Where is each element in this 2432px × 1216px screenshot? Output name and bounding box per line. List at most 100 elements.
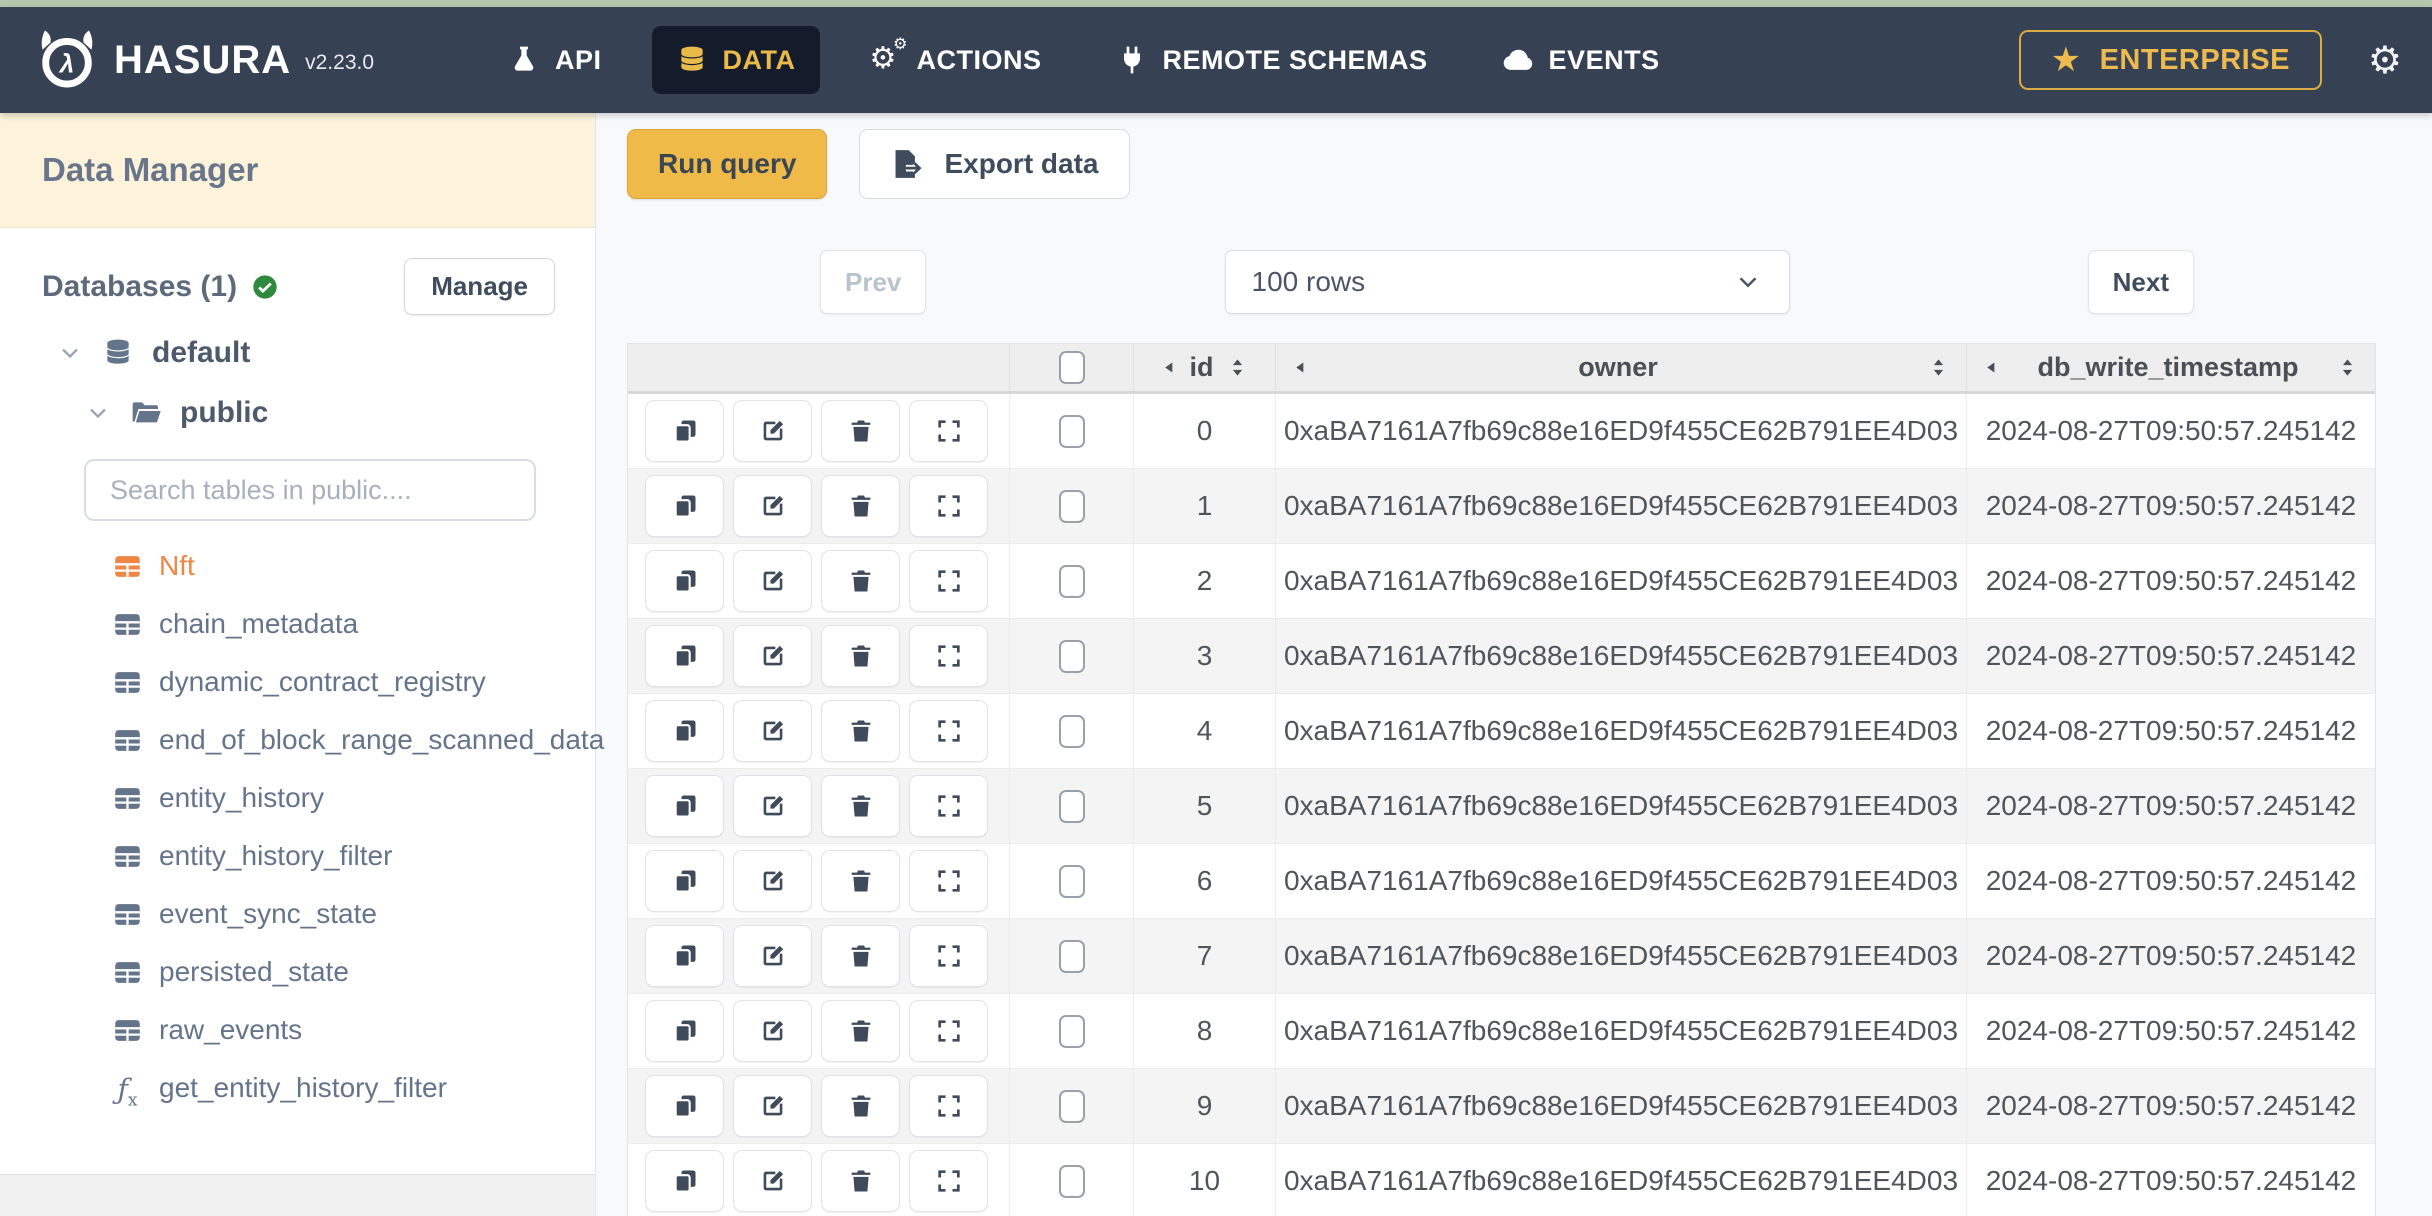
nav-item-data[interactable]: DATA <box>651 26 820 94</box>
prev-page-button[interactable]: Prev <box>820 250 927 314</box>
nav-item-remote-schemas[interactable]: REMOTE SCHEMAS <box>1092 26 1452 94</box>
chevron-down-icon[interactable] <box>84 399 112 427</box>
delete-row-button[interactable] <box>821 700 900 762</box>
row-checkbox[interactable] <box>1058 1164 1085 1198</box>
expand-row-button[interactable] <box>909 625 988 687</box>
row-checkbox[interactable] <box>1058 864 1085 898</box>
expand-row-button[interactable] <box>909 925 988 987</box>
clone-row-button[interactable] <box>645 550 724 612</box>
row-checkbox[interactable] <box>1058 414 1085 448</box>
column-left-icon[interactable] <box>1292 359 1309 376</box>
edit-row-button[interactable] <box>733 700 812 762</box>
tree-node-database[interactable]: default <box>56 323 595 383</box>
manage-button[interactable]: Manage <box>404 258 555 315</box>
sort-icon[interactable] <box>1927 356 1950 379</box>
expand-row-button[interactable] <box>909 850 988 912</box>
chevron-down-icon[interactable] <box>56 339 84 367</box>
column-left-icon[interactable] <box>1161 359 1178 376</box>
clone-row-button[interactable] <box>645 1150 724 1212</box>
sidebar-table-raw-events[interactable]: raw_events <box>112 1001 595 1059</box>
column-header-db-write-timestamp[interactable]: db_write_timestamp <box>1967 344 2375 391</box>
sidebar-table-persisted-state[interactable]: persisted_state <box>112 943 595 1001</box>
column-header-label: db_write_timestamp <box>2037 352 2299 382</box>
delete-row-button[interactable] <box>821 1000 900 1062</box>
expand-row-button[interactable] <box>909 1000 988 1062</box>
row-actions-cell <box>628 1069 1010 1143</box>
clone-row-button[interactable] <box>645 700 724 762</box>
clone-row-button[interactable] <box>645 400 724 462</box>
sidebar-table-end-of-block-range-scanned-data[interactable]: end_of_block_range_scanned_data <box>112 711 604 769</box>
sidebar-scrollbar[interactable] <box>0 1174 595 1216</box>
row-checkbox[interactable] <box>1058 1014 1085 1048</box>
edit-row-button[interactable] <box>733 925 812 987</box>
clone-row-button[interactable] <box>645 925 724 987</box>
edit-row-button[interactable] <box>733 400 812 462</box>
delete-row-button[interactable] <box>821 1150 900 1212</box>
sidebar-table-chain-metadata[interactable]: chain_metadata <box>112 595 595 653</box>
run-query-button[interactable]: Run query <box>627 129 828 199</box>
column-left-icon[interactable] <box>1983 359 2000 376</box>
gear-icon[interactable]: ⚙ <box>2368 41 2402 79</box>
expand-row-button[interactable] <box>909 700 988 762</box>
row-checkbox[interactable] <box>1058 1089 1085 1123</box>
sidebar-function-get-entity-history-filter[interactable]: ƒx get_entity_history_filter <box>112 1059 595 1117</box>
edit-row-button[interactable] <box>733 1150 812 1212</box>
nav-item-events[interactable]: EVENTS <box>1478 26 1684 94</box>
trash-icon <box>847 642 875 670</box>
edit-row-button[interactable] <box>733 850 812 912</box>
delete-row-button[interactable] <box>821 475 900 537</box>
sidebar-table-event-sync-state[interactable]: event_sync_state <box>112 885 595 943</box>
delete-row-button[interactable] <box>821 400 900 462</box>
edit-row-button[interactable] <box>733 550 812 612</box>
row-checkbox[interactable] <box>1058 564 1085 598</box>
tree-node-schema[interactable]: public <box>84 383 595 443</box>
sidebar-table-entity-history[interactable]: entity_history <box>112 769 595 827</box>
row-owner-cell: 0xaBA7161A7fb69c88e16ED9f455CE62B791EE4D… <box>1276 469 1967 543</box>
expand-row-button[interactable] <box>909 1150 988 1212</box>
expand-row-button[interactable] <box>909 400 988 462</box>
row-checkbox[interactable] <box>1058 714 1085 748</box>
edit-row-button[interactable] <box>733 1000 812 1062</box>
row-checkbox[interactable] <box>1058 939 1085 973</box>
delete-row-button[interactable] <box>821 625 900 687</box>
row-checkbox[interactable] <box>1058 789 1085 823</box>
delete-row-button[interactable] <box>821 925 900 987</box>
delete-row-button[interactable] <box>821 775 900 837</box>
nav-item-actions[interactable]: ⚙ ⚙ ACTIONS <box>846 26 1066 94</box>
clone-row-button[interactable] <box>645 850 724 912</box>
edit-row-button[interactable] <box>733 775 812 837</box>
delete-row-button[interactable] <box>821 1075 900 1137</box>
clone-row-button[interactable] <box>645 475 724 537</box>
sidebar-table-dynamic-contract-registry[interactable]: dynamic_contract_registry <box>112 653 595 711</box>
expand-row-button[interactable] <box>909 775 988 837</box>
row-checkbox[interactable] <box>1058 489 1085 523</box>
edit-row-button[interactable] <box>733 1075 812 1137</box>
expand-row-button[interactable] <box>909 1075 988 1137</box>
delete-row-button[interactable] <box>821 550 900 612</box>
search-tables-input[interactable] <box>84 459 536 521</box>
next-page-button[interactable]: Next <box>2087 250 2194 314</box>
enterprise-button[interactable]: ★ ENTERPRISE <box>2018 30 2322 90</box>
clone-row-button[interactable] <box>645 625 724 687</box>
nav-item-api[interactable]: API <box>484 26 626 94</box>
expand-row-button[interactable] <box>909 475 988 537</box>
clone-row-button[interactable] <box>645 1075 724 1137</box>
clone-row-button[interactable] <box>645 1000 724 1062</box>
delete-row-button[interactable] <box>821 850 900 912</box>
page-size-select[interactable]: 100 rows <box>1224 250 1790 314</box>
clone-row-button[interactable] <box>645 775 724 837</box>
row-checkbox[interactable] <box>1058 639 1085 673</box>
expand-icon <box>935 1167 963 1195</box>
sort-icon[interactable] <box>2336 356 2359 379</box>
select-all-checkbox[interactable] <box>1058 351 1085 384</box>
edit-row-button[interactable] <box>733 625 812 687</box>
column-header-owner[interactable]: owner <box>1276 344 1967 391</box>
sort-icon[interactable] <box>1226 356 1249 379</box>
column-header-id[interactable]: id <box>1134 344 1276 391</box>
export-data-button[interactable]: Export data <box>859 129 1130 199</box>
sidebar-table-entity-history-filter[interactable]: entity_history_filter <box>112 827 595 885</box>
expand-row-button[interactable] <box>909 550 988 612</box>
edit-row-button[interactable] <box>733 475 812 537</box>
table-row: 10 0xaBA7161A7fb69c88e16ED9f455CE62B791EE… <box>628 1144 2375 1216</box>
sidebar-table-nft[interactable]: Nft <box>112 537 595 595</box>
